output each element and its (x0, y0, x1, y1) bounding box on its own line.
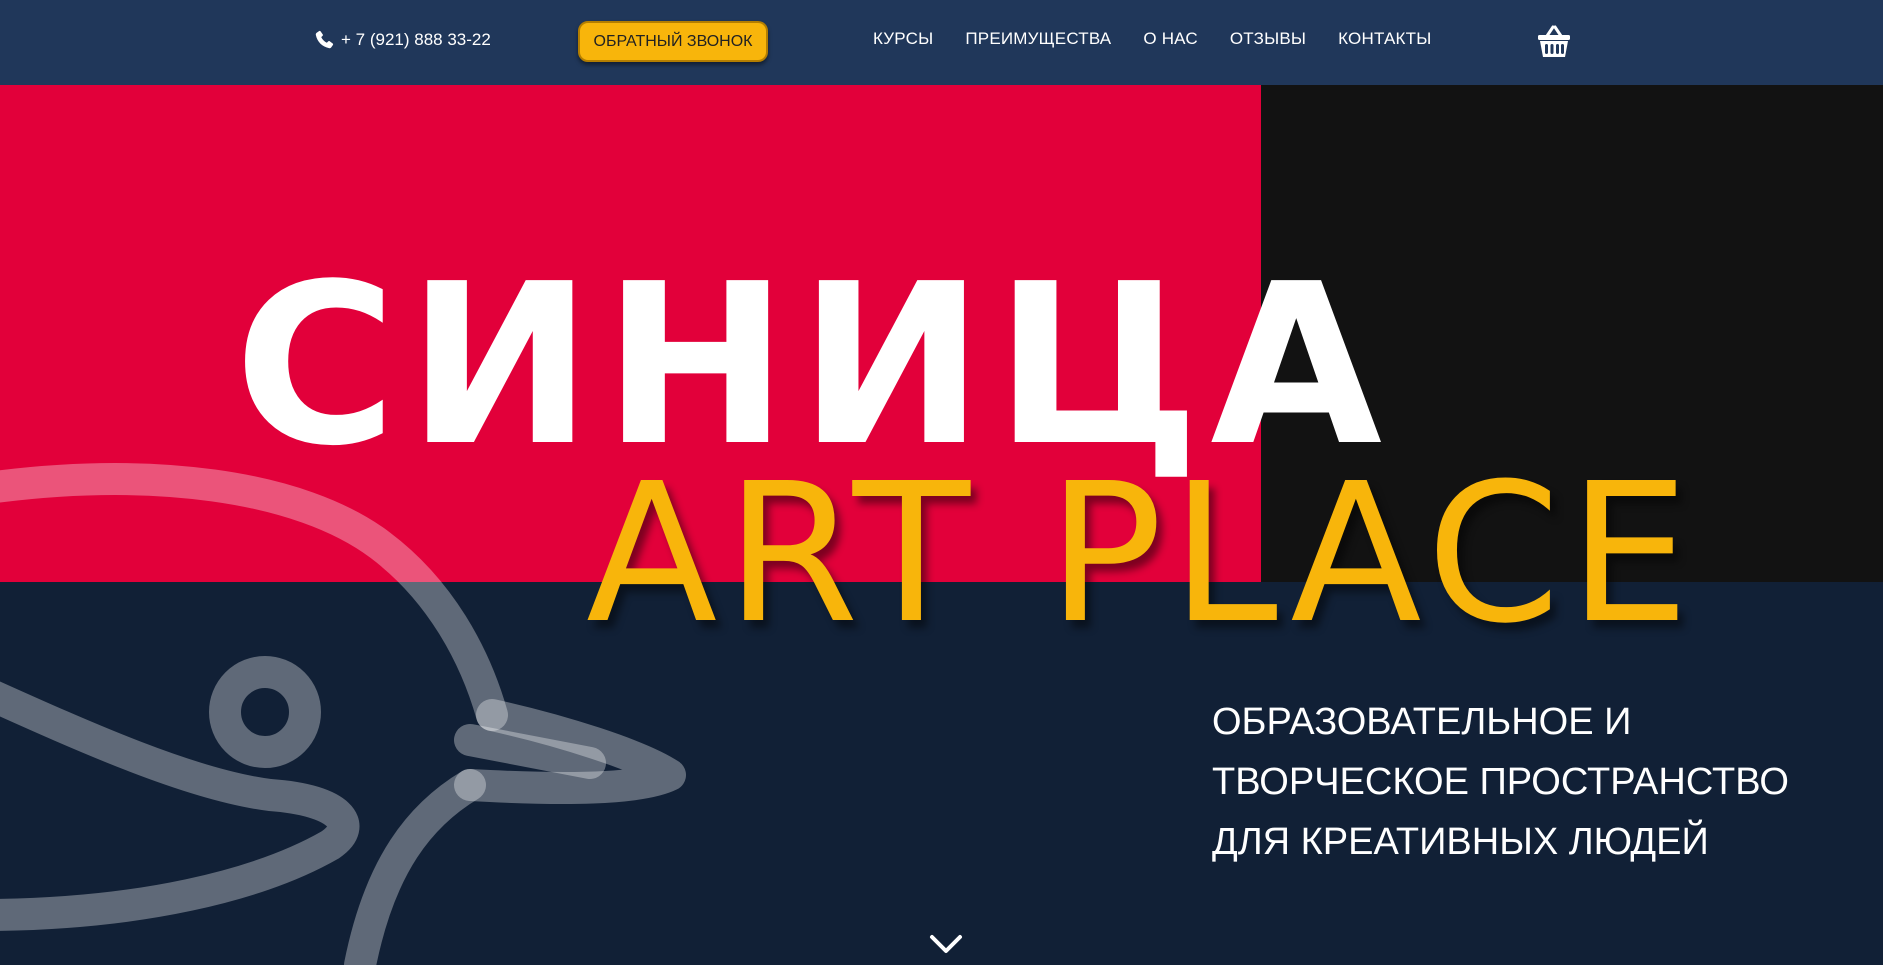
tagline-line: ТВОРЧЕСКОЕ ПРОСТРАНСТВО (1212, 761, 1789, 803)
phone-icon (313, 29, 335, 51)
phone-link[interactable]: + 7 (921) 888 33-22 (313, 29, 491, 51)
callback-button[interactable]: ОБРАТНЫЙ ЗВОНОК (578, 21, 768, 62)
tagline-line: ОБРАЗОВАТЕЛЬНОЕ И (1212, 701, 1632, 743)
nav-item-reviews[interactable]: ОТЗЫВЫ (1230, 29, 1306, 49)
site-header: + 7 (921) 888 33-22 ОБРАТНЫЙ ЗВОНОК КУРС… (0, 0, 1883, 85)
chevron-down-icon[interactable] (928, 932, 964, 956)
nav-item-contacts[interactable]: КОНТАКТЫ (1338, 29, 1431, 49)
nav-item-courses[interactable]: КУРСЫ (873, 29, 933, 49)
basket-icon[interactable] (1534, 22, 1574, 62)
hero-subtitle: ART PLACE (586, 443, 1698, 666)
hero-section: СИНИЦА ART PLACE ОБРАЗОВАТЕЛЬНОЕ И ТВОРЧ… (0, 85, 1883, 965)
nav-item-advantages[interactable]: ПРЕИМУЩЕСТВА (965, 29, 1111, 49)
main-nav: КУРСЫ ПРЕИМУЩЕСТВА О НАС ОТЗЫВЫ КОНТАКТЫ (873, 29, 1431, 49)
phone-number: + 7 (921) 888 33-22 (341, 30, 491, 49)
nav-item-about[interactable]: О НАС (1143, 29, 1197, 49)
hero-tagline: ОБРАЗОВАТЕЛЬНОЕ И ТВОРЧЕСКОЕ ПРОСТРАНСТВ… (1212, 692, 1852, 872)
tagline-line: ДЛЯ КРЕАТИВНЫХ ЛЮДЕЙ (1212, 821, 1709, 863)
